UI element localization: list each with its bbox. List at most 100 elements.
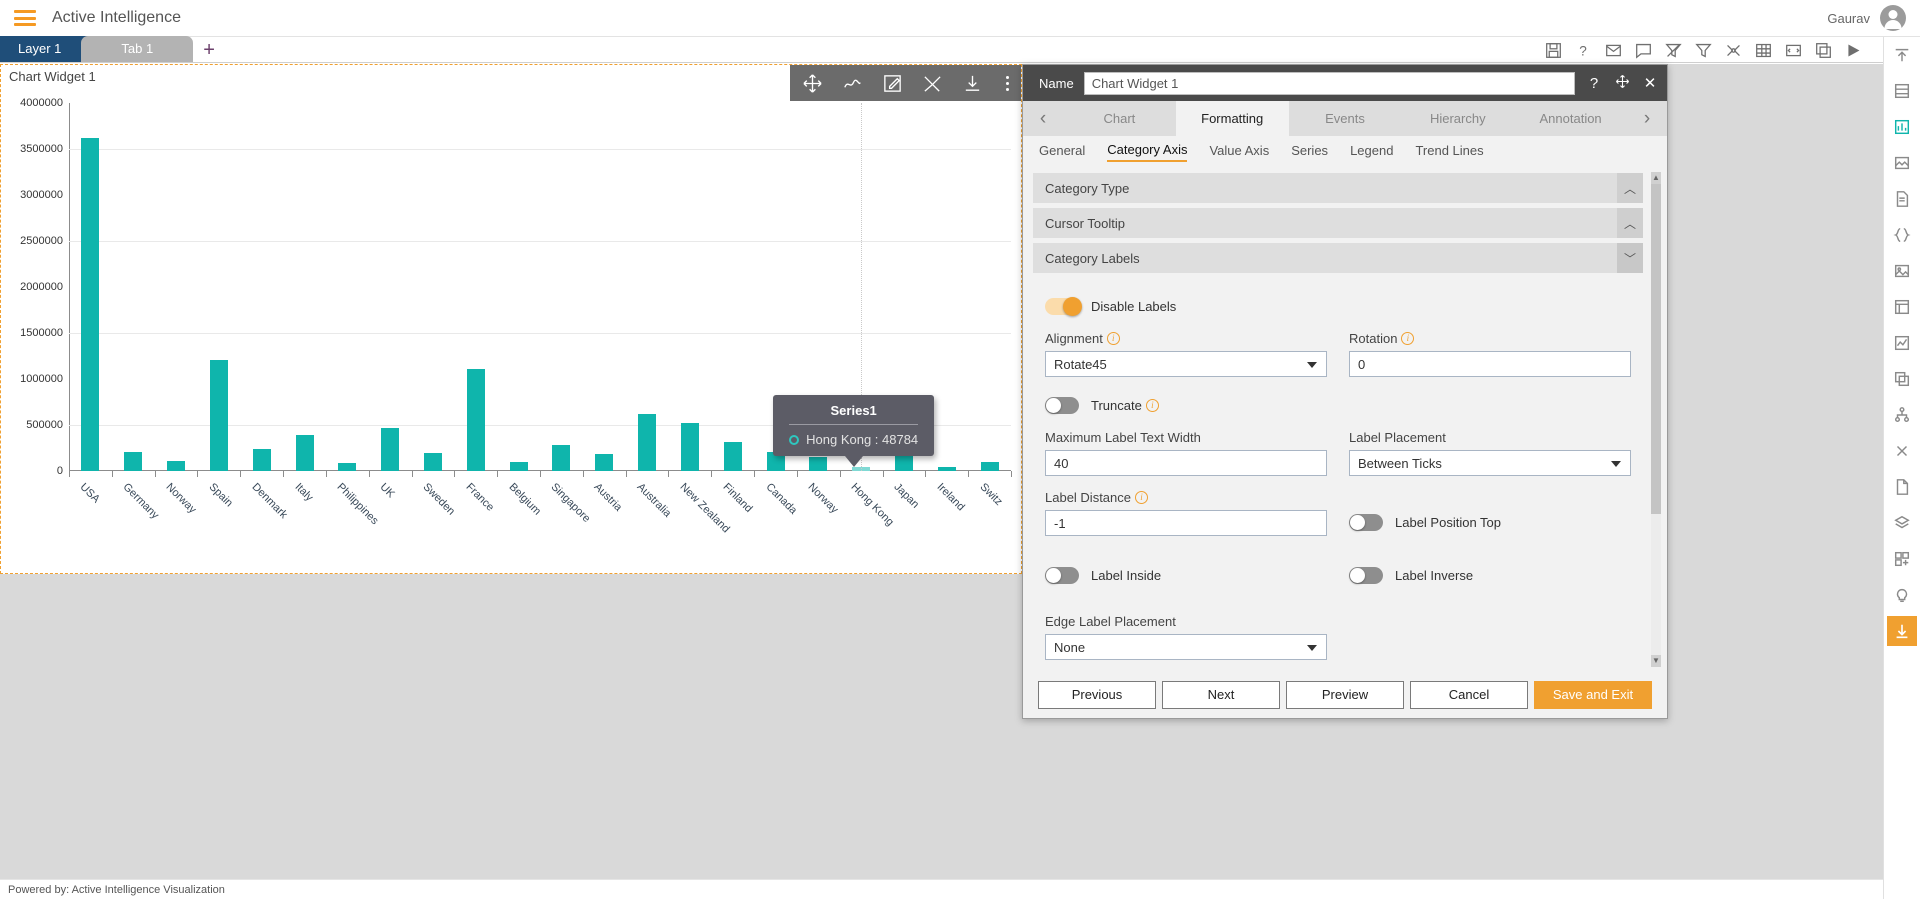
chevron-up-icon[interactable]: ︿ — [1617, 208, 1643, 238]
chart-bar[interactable] — [509, 461, 528, 471]
save-and-exit-button[interactable]: Save and Exit — [1534, 680, 1652, 709]
line-chart-icon[interactable] — [1887, 328, 1917, 358]
chart-bar[interactable] — [423, 452, 442, 471]
subtab-value-axis[interactable]: Value Axis — [1209, 143, 1269, 161]
info-icon[interactable]: i — [1135, 491, 1148, 504]
function-icon[interactable] — [1887, 436, 1917, 466]
info-icon[interactable]: i — [1106, 332, 1120, 345]
chart-bar[interactable] — [638, 414, 657, 471]
add-tab-button[interactable]: + — [203, 40, 215, 62]
chart-bar-icon[interactable] — [1887, 112, 1917, 142]
close-icon[interactable]: ✕ — [1641, 74, 1659, 92]
chevron-left-icon[interactable]: ‹ — [1023, 101, 1063, 136]
hamburger-icon[interactable] — [14, 10, 36, 26]
move-icon[interactable] — [1613, 74, 1631, 93]
next-button[interactable]: Next — [1162, 680, 1280, 709]
chart-bar[interactable] — [937, 467, 956, 471]
user-avatar-icon[interactable] — [1880, 5, 1906, 31]
properties-dialog[interactable]: Name ? ✕ ‹ Chart Formatting Events Hiera… — [1022, 64, 1668, 719]
chart-bar[interactable] — [295, 434, 314, 471]
grid-icon[interactable] — [1887, 292, 1917, 322]
tab-chart[interactable]: Chart — [1063, 101, 1176, 136]
layer-tab[interactable]: Layer 1 — [0, 36, 90, 62]
code-icon[interactable] — [1785, 42, 1802, 59]
subtab-legend[interactable]: Legend — [1350, 143, 1393, 161]
play-icon[interactable] — [1845, 42, 1862, 59]
image-map-icon[interactable] — [1887, 148, 1917, 178]
table-icon[interactable] — [1755, 42, 1772, 59]
info-icon[interactable]: i — [1401, 332, 1415, 345]
layers-copy-icon[interactable] — [1887, 364, 1917, 394]
subtab-series[interactable]: Series — [1291, 143, 1328, 161]
subtab-category-axis[interactable]: Category Axis — [1107, 142, 1188, 162]
filter-off-icon[interactable] — [1665, 42, 1682, 59]
accordion-cursor-tooltip[interactable]: Cursor Tooltip ︿ — [1033, 208, 1643, 238]
picture-icon[interactable] — [1887, 256, 1917, 286]
chevron-up-icon[interactable]: ︿ — [1617, 173, 1643, 203]
info-icon[interactable]: i — [1145, 399, 1159, 412]
chart-bar[interactable] — [167, 461, 186, 471]
hierarchy-icon[interactable] — [1887, 400, 1917, 430]
chart-bar[interactable] — [81, 137, 100, 471]
chart-bar[interactable] — [209, 360, 228, 471]
user-area[interactable]: Gaurav — [1827, 5, 1906, 31]
chart-bar[interactable] — [381, 427, 400, 471]
disable-labels-toggle[interactable] — [1045, 297, 1082, 316]
truncate-toggle[interactable] — [1045, 397, 1079, 414]
label-position-top-toggle[interactable] — [1349, 514, 1383, 531]
chart-bar[interactable] — [595, 453, 614, 471]
copy-icon[interactable] — [1815, 42, 1832, 59]
document-icon[interactable] — [1887, 184, 1917, 214]
subtab-trend-lines[interactable]: Trend Lines — [1415, 143, 1483, 161]
chart-bar[interactable] — [723, 441, 742, 471]
chart-bar[interactable] — [980, 461, 999, 471]
code-braces-icon[interactable] — [1887, 220, 1917, 250]
edge-label-placement-select[interactable]: None — [1045, 634, 1327, 660]
file-icon[interactable] — [1887, 472, 1917, 502]
widget-name-input[interactable] — [1083, 71, 1575, 95]
page-tab[interactable]: Tab 1 — [81, 36, 194, 62]
tab-events[interactable]: Events — [1289, 101, 1402, 136]
preview-button[interactable]: Preview — [1286, 680, 1404, 709]
chart-bar[interactable] — [552, 445, 571, 471]
accordion-category-labels[interactable]: Category Labels ﹀ — [1033, 243, 1643, 273]
label-placement-select[interactable]: Between Ticks — [1349, 450, 1631, 476]
chart-widget[interactable]: Chart Widget 1 0 500000 1000000 1500000 2000… — [0, 64, 1022, 574]
dialog-scrollbar[interactable]: ▲ ▼ — [1651, 172, 1661, 667]
list-icon[interactable] — [1887, 76, 1917, 106]
accordion-category-type[interactable]: Category Type ︿ — [1033, 173, 1643, 203]
previous-button[interactable]: Previous — [1038, 680, 1156, 709]
cancel-button[interactable]: Cancel — [1410, 680, 1528, 709]
max-label-text-width-input[interactable]: 40 — [1045, 450, 1327, 476]
collapse-up-icon[interactable] — [1887, 40, 1917, 70]
scrollbar-thumb[interactable] — [1651, 184, 1661, 514]
label-distance-input[interactable]: -1 — [1045, 510, 1327, 536]
alignment-select[interactable]: Rotate45 — [1045, 351, 1327, 377]
chart-bar[interactable] — [809, 457, 828, 471]
subtab-general[interactable]: General — [1039, 143, 1085, 161]
filter-icon[interactable] — [1695, 42, 1712, 59]
chart-bar[interactable] — [680, 422, 699, 471]
tab-annotation[interactable]: Annotation — [1514, 101, 1627, 136]
chart-bar[interactable] — [252, 449, 271, 471]
scroll-down-icon[interactable]: ▼ — [1651, 655, 1661, 667]
chart-bar[interactable] — [338, 463, 357, 471]
more-options-icon[interactable] — [1002, 75, 1009, 91]
chart-bar[interactable] — [466, 369, 485, 471]
chevron-right-icon[interactable]: › — [1627, 101, 1667, 136]
tab-formatting[interactable]: Formatting — [1175, 101, 1289, 136]
tab-hierarchy[interactable]: Hierarchy — [1401, 101, 1514, 136]
save-icon[interactable] — [1545, 42, 1562, 59]
rotation-input[interactable]: 0 — [1349, 351, 1631, 377]
download-arrow-icon[interactable] — [1887, 616, 1917, 646]
stack-icon[interactable] — [1887, 508, 1917, 538]
chart-bar[interactable] — [124, 451, 143, 471]
help-icon[interactable]: ? — [1585, 75, 1603, 92]
widget-add-icon[interactable] — [1887, 544, 1917, 574]
settings-icon[interactable] — [1725, 42, 1742, 59]
help-icon[interactable]: ? — [1575, 42, 1592, 59]
label-inside-toggle[interactable] — [1045, 567, 1079, 584]
label-inverse-toggle[interactable] — [1349, 567, 1383, 584]
chevron-down-icon[interactable]: ﹀ — [1617, 243, 1643, 273]
scroll-up-icon[interactable]: ▲ — [1651, 172, 1661, 184]
